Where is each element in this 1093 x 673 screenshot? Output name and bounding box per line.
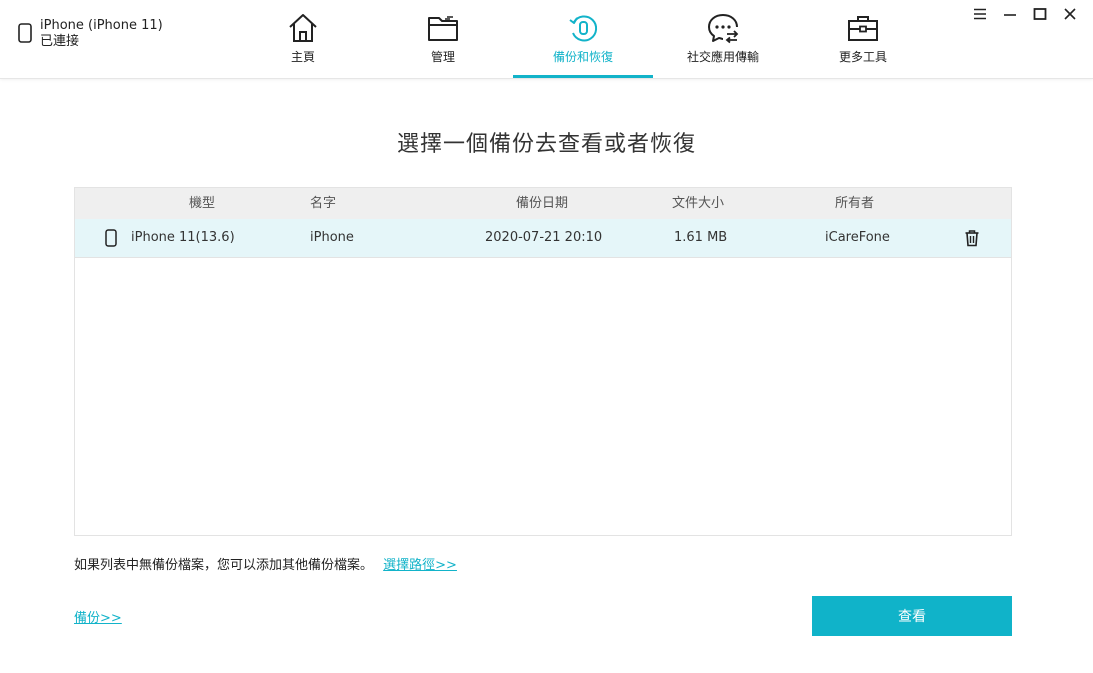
trash-icon[interactable]: [964, 229, 980, 247]
folder-icon: [428, 16, 458, 41]
table-header: 機型 名字 備份日期 文件大小 所有者: [75, 188, 1011, 219]
tab-manage[interactable]: 管理: [373, 0, 513, 78]
minimize-icon: [1004, 14, 1016, 16]
header-name: 名字: [310, 196, 337, 211]
tab-manage-label: 管理: [430, 50, 455, 64]
page-title: 選擇一個備份去查看或者恢復: [396, 132, 696, 157]
phone-icon: [18, 23, 32, 43]
tab-home-label: 主頁: [290, 50, 315, 64]
top-bar: iPhone (iPhone 11) 已連接 主頁 管理 備份和恢復 社交應用傳…: [0, 0, 1093, 79]
home-icon: [289, 14, 317, 42]
header-date: 備份日期: [516, 196, 569, 211]
cell-size: 1.61 MB: [674, 230, 728, 245]
chat-transfer-icon: [708, 14, 739, 44]
tab-more-tools[interactable]: 更多工具: [793, 0, 933, 78]
tab-backup-restore[interactable]: 備份和恢復: [513, 0, 653, 78]
backup-table: 機型 名字 備份日期 文件大小 所有者 iPhone 11(13.6) iPho…: [74, 187, 1012, 536]
window-controls: [965, 4, 1085, 24]
cell-date: 2020-07-21 20:10: [485, 230, 603, 245]
device-name: iPhone (iPhone 11): [40, 18, 163, 33]
view-button[interactable]: 查看: [812, 596, 1012, 636]
tab-backup-restore-label: 備份和恢復: [552, 50, 613, 64]
table-row[interactable]: iPhone 11(13.6) iPhone 2020-07-21 20:10 …: [75, 219, 1011, 258]
select-path-link[interactable]: 選擇路徑>>: [383, 558, 457, 573]
maximize-icon: [1033, 8, 1047, 20]
hint-text: 如果列表中無備份檔案，您可以添加其他備份檔案。 選擇路徑>>: [74, 554, 457, 573]
menu-button[interactable]: [965, 4, 995, 24]
backup-link[interactable]: 備份>>: [74, 607, 122, 626]
minimize-button[interactable]: [995, 4, 1025, 24]
header-owner: 所有者: [835, 196, 875, 211]
device-info: iPhone (iPhone 11) 已連接: [18, 18, 163, 50]
header-size: 文件大小: [672, 196, 725, 211]
cell-owner: iCareFone: [825, 230, 890, 245]
device-status: 已連接: [40, 34, 80, 49]
cell-model: iPhone 11(13.6): [131, 230, 235, 245]
hint-message: 如果列表中無備份檔案，您可以添加其他備份檔案。: [74, 558, 374, 573]
tab-home[interactable]: 主頁: [233, 0, 373, 78]
header-model: 機型: [189, 196, 216, 211]
tab-more-tools-label: 更多工具: [838, 50, 887, 64]
main-nav: 主頁 管理 備份和恢復 社交應用傳輸 更多工具: [233, 0, 933, 78]
close-button[interactable]: [1055, 4, 1085, 24]
close-icon: [1064, 8, 1076, 20]
toolbox-icon: [848, 16, 878, 41]
phone-icon: [105, 229, 117, 247]
menu-icon: [974, 8, 986, 20]
tab-social-transfer[interactable]: 社交應用傳輸: [653, 0, 793, 78]
backup-restore-icon: [569, 15, 598, 42]
maximize-button[interactable]: [1025, 4, 1055, 24]
cell-name: iPhone: [310, 230, 354, 245]
tab-social-transfer-label: 社交應用傳輸: [686, 50, 759, 64]
